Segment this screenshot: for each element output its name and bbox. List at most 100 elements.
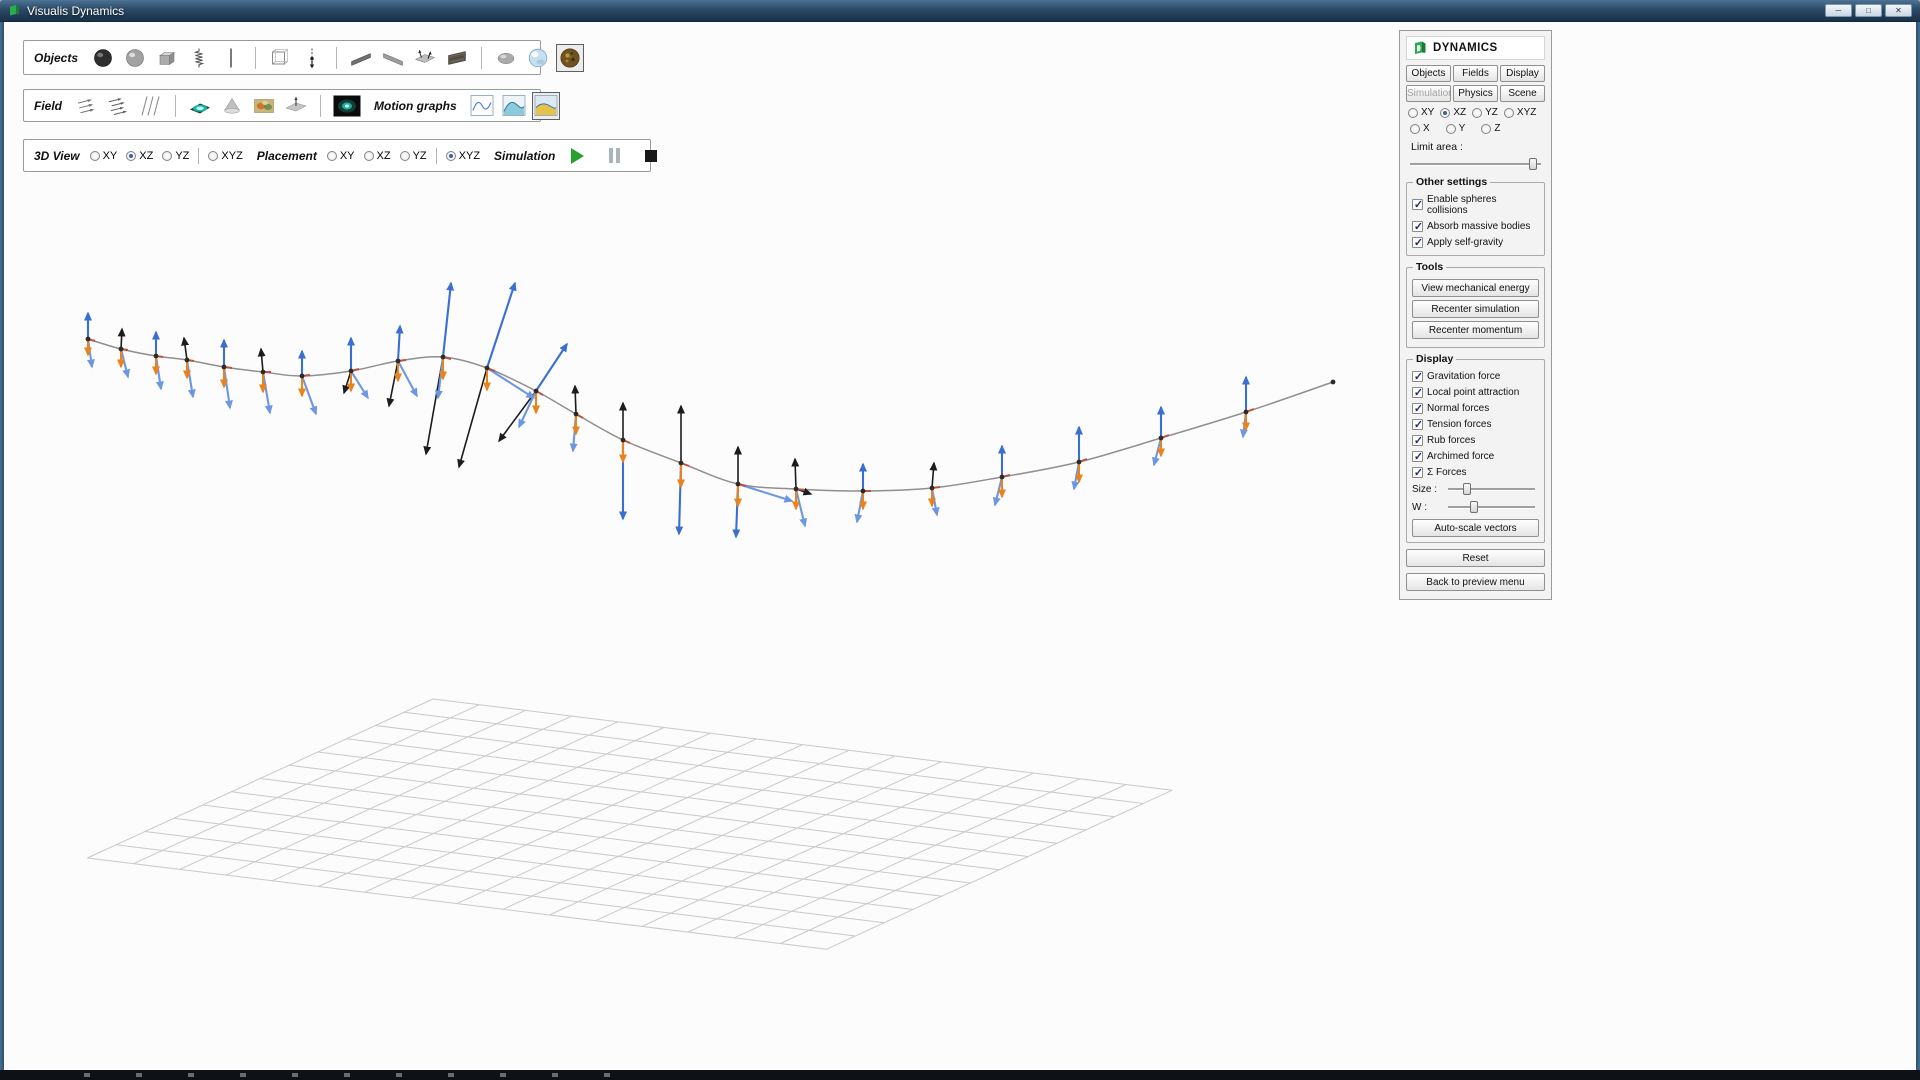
radio-yz[interactable]: YZ <box>162 150 189 162</box>
reset-button[interactable]: Reset <box>1406 549 1545 567</box>
checkbox-absorb-massive-bodies[interactable]: Absorb massive bodies <box>1412 218 1539 234</box>
button-display[interactable]: Display <box>1500 65 1545 82</box>
auto-scale-vectors-button[interactable]: Auto-scale vectors <box>1412 519 1539 537</box>
particle[interactable] <box>930 486 935 491</box>
maximize-button[interactable]: □ <box>1855 4 1882 17</box>
radio-xy[interactable]: XY <box>90 150 118 162</box>
limit-area-slider[interactable] <box>1409 157 1542 171</box>
checkbox-archimed-force[interactable]: Archimed force <box>1412 448 1539 464</box>
pause-button[interactable] <box>604 146 624 166</box>
particle[interactable] <box>222 365 227 370</box>
field-cone-icon[interactable] <box>219 93 245 119</box>
radio-xy[interactable]: XY <box>1408 107 1434 118</box>
graph-area-gold-icon[interactable] <box>533 93 559 119</box>
field-dark-glow-icon[interactable] <box>332 93 362 119</box>
checkbox-local-point-attraction[interactable]: Local point attraction <box>1412 384 1539 400</box>
close-button[interactable]: ✕ <box>1885 4 1912 17</box>
particle[interactable] <box>349 369 354 374</box>
particle[interactable] <box>300 374 305 379</box>
button-simulation[interactable]: Simulation <box>1406 85 1451 102</box>
slider-thumb[interactable] <box>1463 483 1471 495</box>
plate-vectors-icon[interactable] <box>412 45 438 71</box>
particle[interactable] <box>396 359 401 364</box>
spring-vector-icon[interactable] <box>299 45 325 71</box>
radio-xyz[interactable]: XYZ <box>208 150 242 162</box>
simulation-canvas[interactable] <box>4 22 1916 1070</box>
particle[interactable] <box>154 354 159 359</box>
radio-xyz[interactable]: XYZ <box>1504 107 1536 118</box>
minimize-button[interactable]: ─ <box>1825 4 1852 17</box>
ball-gray-icon[interactable] <box>122 45 148 71</box>
field-arrows-dense-icon[interactable] <box>106 93 132 119</box>
wall-icon[interactable] <box>444 45 470 71</box>
particle[interactable] <box>1331 380 1336 385</box>
radio-xz[interactable]: XZ <box>126 150 153 162</box>
particle[interactable] <box>441 355 446 360</box>
checkbox-forces[interactable]: Σ Forces <box>1412 464 1539 480</box>
checkbox-gravitation-force[interactable]: Gravitation force <box>1412 368 1539 384</box>
ball-shiny-icon[interactable] <box>525 45 551 71</box>
ball-dark-icon[interactable] <box>90 45 116 71</box>
checkbox-enable-spheres-collisions[interactable]: Enable spheres collisions <box>1412 191 1539 218</box>
field-image-icon[interactable] <box>251 93 277 119</box>
field-arrows-sparse-icon[interactable] <box>74 93 100 119</box>
particle[interactable] <box>534 389 539 394</box>
particle[interactable] <box>185 358 190 363</box>
button-recenter-simulation[interactable]: Recenter simulation <box>1412 300 1539 318</box>
back-to-preview-menu-button[interactable]: Back to preview menu <box>1406 573 1545 591</box>
particle[interactable] <box>736 482 741 487</box>
field-plane-teal-icon[interactable] <box>187 93 213 119</box>
ball-gold-icon[interactable] <box>557 45 583 71</box>
radio-y[interactable]: Y <box>1446 123 1466 134</box>
graph-area-teal-icon[interactable] <box>501 93 527 119</box>
checkbox-normal-forces[interactable]: Normal forces <box>1412 400 1539 416</box>
ramp-left-icon[interactable] <box>348 45 374 71</box>
viewport[interactable] <box>4 22 1916 1070</box>
radio-yz[interactable]: YZ <box>400 150 427 162</box>
particle[interactable] <box>1077 460 1082 465</box>
slider-thumb[interactable] <box>1529 158 1537 170</box>
size-slider[interactable] <box>1447 482 1536 496</box>
button-recenter-momentum[interactable]: Recenter momentum <box>1412 321 1539 339</box>
radio-xz[interactable]: XZ <box>364 150 391 162</box>
button-physics[interactable]: Physics <box>1453 85 1498 102</box>
ellipsoid-icon[interactable] <box>493 45 519 71</box>
particle[interactable] <box>1000 475 1005 480</box>
checkbox-tension-forces[interactable]: Tension forces <box>1412 416 1539 432</box>
button-objects[interactable]: Objects <box>1406 65 1451 82</box>
radio-xyz[interactable]: XYZ <box>446 150 480 162</box>
radio-z[interactable]: Z <box>1481 123 1500 134</box>
particle[interactable] <box>1159 436 1164 441</box>
frame-cube-icon[interactable] <box>267 45 293 71</box>
particle[interactable] <box>861 489 866 494</box>
particle[interactable] <box>86 337 91 342</box>
particle[interactable] <box>119 347 124 352</box>
field-lines-icon[interactable] <box>138 93 164 119</box>
radio-xy[interactable]: XY <box>327 150 355 162</box>
button-fields[interactable]: Fields <box>1453 65 1498 82</box>
radio-yz[interactable]: YZ <box>1472 107 1498 118</box>
field-plane-arrow-icon[interactable] <box>283 93 309 119</box>
play-button[interactable] <box>567 146 587 166</box>
radio-x[interactable]: X <box>1410 123 1430 134</box>
button-scene[interactable]: Scene <box>1500 85 1545 102</box>
button-view-mechanical-energy[interactable]: View mechanical energy <box>1412 279 1539 297</box>
checkbox-apply-self-gravity[interactable]: Apply self-gravity <box>1412 234 1539 250</box>
particle[interactable] <box>485 366 490 371</box>
rod-icon[interactable] <box>218 45 244 71</box>
slider-thumb[interactable] <box>1470 501 1478 513</box>
ramp-right-icon[interactable] <box>380 45 406 71</box>
stop-button[interactable] <box>641 146 661 166</box>
radio-xz[interactable]: XZ <box>1440 107 1466 118</box>
particle[interactable] <box>679 461 684 466</box>
box-icon[interactable] <box>154 45 180 71</box>
checkbox-rub-forces[interactable]: Rub forces <box>1412 432 1539 448</box>
particle[interactable] <box>1244 410 1249 415</box>
particle[interactable] <box>621 438 626 443</box>
particle[interactable] <box>794 487 799 492</box>
spring-icon[interactable] <box>186 45 212 71</box>
graph-line-icon[interactable] <box>469 93 495 119</box>
particle[interactable] <box>574 412 579 417</box>
particle[interactable] <box>261 370 266 375</box>
w-slider[interactable] <box>1447 500 1536 514</box>
